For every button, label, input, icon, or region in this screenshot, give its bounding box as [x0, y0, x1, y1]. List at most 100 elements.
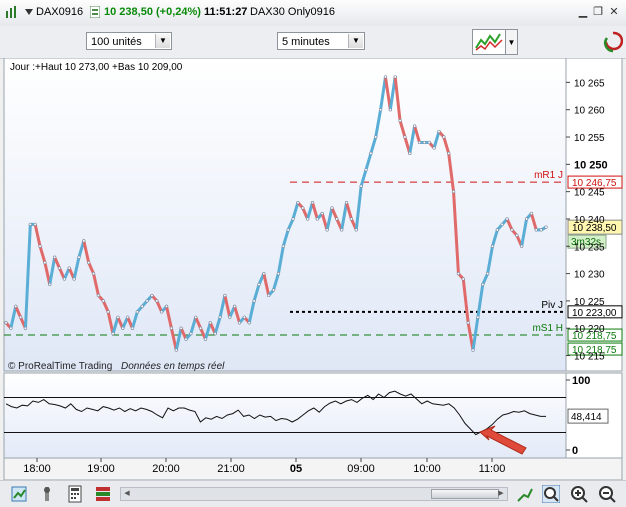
- chart-type-icon: [475, 33, 503, 51]
- x-tick-label: 20:00: [152, 463, 180, 475]
- price-point: [53, 255, 57, 259]
- instrument-icon: [89, 5, 101, 19]
- price-point: [218, 315, 222, 319]
- timeframe-select-value: 5 minutes: [282, 36, 330, 48]
- zoom-out-icon[interactable]: [598, 485, 616, 503]
- scrollbar-thumb[interactable]: [431, 489, 499, 499]
- chart-type-dropdown[interactable]: ▼: [506, 29, 518, 55]
- calculator-icon[interactable]: [66, 485, 84, 503]
- price-point: [247, 321, 251, 325]
- zoom-area-icon[interactable]: [541, 484, 561, 504]
- price-point: [237, 321, 242, 325]
- price-point: [383, 75, 388, 79]
- cursor-icon[interactable]: [38, 485, 56, 503]
- y-tick-label: 10 260: [574, 106, 605, 117]
- price-point: [38, 244, 42, 248]
- dropdown-arrow-icon[interactable]: [25, 7, 33, 17]
- price-point: [539, 228, 543, 232]
- price-point: [140, 304, 144, 308]
- price-point: [427, 140, 431, 145]
- scroll-right-icon[interactable]: ▶: [495, 488, 507, 500]
- pen-tool-icon[interactable]: [516, 485, 534, 503]
- minimize-icon[interactable]: ▁: [576, 5, 590, 19]
- chart-toolbar: 100 unités ▼ 5 minutes ▼ ▼: [0, 26, 626, 59]
- units-select-value: 100 unités: [91, 36, 142, 48]
- price-point: [442, 135, 446, 139]
- price-point: [14, 304, 18, 308]
- x-tick-label: 05: [290, 463, 302, 475]
- x-tick-label: 10:00: [413, 463, 441, 475]
- price-point: [306, 217, 310, 221]
- price-point: [451, 190, 456, 194]
- price-point: [495, 228, 499, 232]
- price-point: [267, 293, 271, 298]
- maximize-icon[interactable]: ❐: [591, 5, 605, 19]
- price-point: [116, 315, 120, 319]
- price-point: [57, 266, 62, 270]
- chart-type-button[interactable]: [472, 29, 506, 55]
- level-value-label: 10 223,00: [572, 308, 617, 319]
- price-point: [228, 315, 232, 319]
- chart-area[interactable]: mR1 J10 246,75Piv J10 223,00mS1 H10 218,…: [0, 58, 626, 480]
- indicators-icon[interactable]: [94, 485, 112, 503]
- price-point: [534, 228, 538, 232]
- app-icon: [5, 5, 19, 19]
- price-point: [529, 211, 534, 216]
- scroll-left-icon[interactable]: ◀: [121, 488, 133, 500]
- price-point: [48, 282, 52, 287]
- price-point: [106, 310, 110, 314]
- price-point: [82, 239, 86, 243]
- price-point: [67, 266, 71, 270]
- refresh-icon[interactable]: [603, 30, 624, 54]
- price-point: [4, 321, 8, 325]
- level-name: mS1 H: [532, 323, 563, 334]
- chevron-down-icon: ▼: [155, 34, 170, 48]
- price-point: [437, 129, 441, 134]
- timeframe-select[interactable]: 5 minutes ▼: [277, 32, 365, 50]
- price-point: [271, 288, 276, 292]
- y-tick-label: 10 230: [574, 270, 605, 281]
- price-point: [9, 326, 13, 330]
- y-tick-label: 10 240: [574, 215, 605, 226]
- oscillator-tick-label: 100: [572, 375, 590, 387]
- price-point: [413, 124, 417, 128]
- clock-label: 11:51:27: [204, 6, 248, 18]
- price-point: [466, 321, 470, 325]
- y-tick-label: 10 235: [574, 242, 605, 253]
- price-point: [262, 271, 266, 276]
- price-point: [340, 228, 344, 232]
- units-select[interactable]: 100 unités ▼: [86, 32, 172, 50]
- price-point: [18, 315, 23, 319]
- price-point: [77, 255, 81, 259]
- price-point: [150, 293, 154, 298]
- price-point: [515, 233, 519, 237]
- y-tick-label: 10 245: [574, 188, 605, 199]
- close-icon[interactable]: ✕: [607, 5, 621, 19]
- price-point: [87, 261, 91, 265]
- price-point: [335, 217, 339, 221]
- watermark: © ProRealTime Trading: [8, 361, 112, 372]
- price-point: [160, 310, 164, 314]
- instrument-label: DAX30 Only0916: [250, 6, 335, 18]
- zoom-in-icon[interactable]: [570, 485, 588, 503]
- level-name: Piv J: [541, 300, 563, 311]
- price-point: [121, 326, 125, 330]
- price-point: [447, 151, 451, 156]
- price-point: [130, 326, 135, 330]
- price-point: [544, 225, 548, 229]
- x-tick-label: 09:00: [347, 463, 375, 475]
- price-point: [471, 348, 475, 352]
- price-point: [233, 304, 237, 308]
- price-point: [398, 119, 402, 123]
- autoscroll-icon[interactable]: [10, 485, 28, 503]
- price-point: [62, 277, 66, 281]
- price-point: [164, 304, 169, 308]
- quote-label: 10 238,50 (+0,24%): [104, 6, 201, 18]
- price-point: [96, 293, 101, 298]
- price-point: [310, 200, 315, 205]
- x-tick-label: 11:00: [479, 463, 506, 475]
- price-point: [276, 271, 281, 276]
- x-tick-label: 21:00: [217, 463, 245, 475]
- price-point: [145, 299, 149, 303]
- time-scrollbar[interactable]: ◀ ▶: [120, 487, 508, 501]
